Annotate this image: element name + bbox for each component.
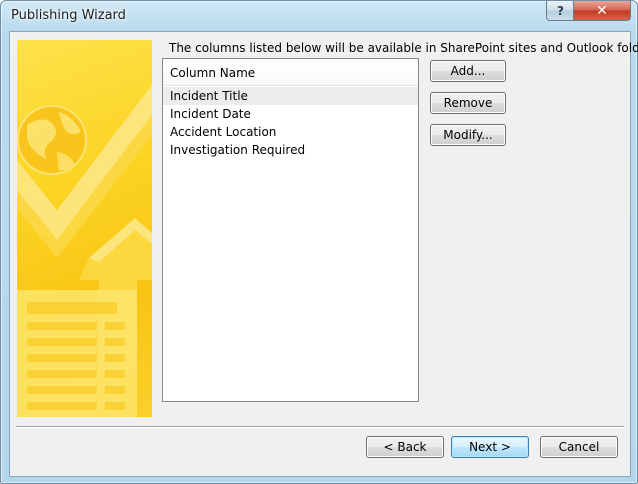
add-button[interactable]: Add... xyxy=(430,60,506,82)
modify-button[interactable]: Modify... xyxy=(430,124,506,146)
list-item[interactable]: Accident Location xyxy=(163,123,418,141)
publishing-wizard-window: Publishing Wizard ? ✕ The columns listed… xyxy=(0,0,638,484)
intro-text: The columns listed below will be availab… xyxy=(169,41,638,55)
list-item[interactable]: Incident Title xyxy=(163,87,418,105)
back-button[interactable]: < Back xyxy=(366,436,444,458)
list-item[interactable]: Incident Date xyxy=(163,105,418,123)
title-bar[interactable]: Publishing Wizard ? ✕ xyxy=(1,1,637,31)
column-header-label: Column Name xyxy=(170,66,256,80)
footer-divider xyxy=(16,426,624,428)
remove-button[interactable]: Remove xyxy=(430,92,506,114)
banner-illustration xyxy=(17,85,152,417)
column-listview[interactable]: Column Name Incident Title Incident Date… xyxy=(162,58,419,402)
column-header[interactable]: Column Name xyxy=(163,59,418,86)
close-icon: ✕ xyxy=(596,2,608,19)
next-button[interactable]: Next > xyxy=(451,436,529,458)
window-title: Publishing Wizard xyxy=(11,8,126,23)
dialog-client-area: The columns listed below will be availab… xyxy=(9,31,638,477)
wizard-banner-image xyxy=(17,40,152,417)
cancel-button[interactable]: Cancel xyxy=(540,436,618,458)
help-button[interactable]: ? xyxy=(546,1,575,21)
close-button[interactable]: ✕ xyxy=(573,1,631,21)
list-item[interactable]: Investigation Required xyxy=(163,141,418,159)
help-icon: ? xyxy=(557,3,564,18)
column-list-body: Incident Title Incident Date Accident Lo… xyxy=(163,87,418,159)
